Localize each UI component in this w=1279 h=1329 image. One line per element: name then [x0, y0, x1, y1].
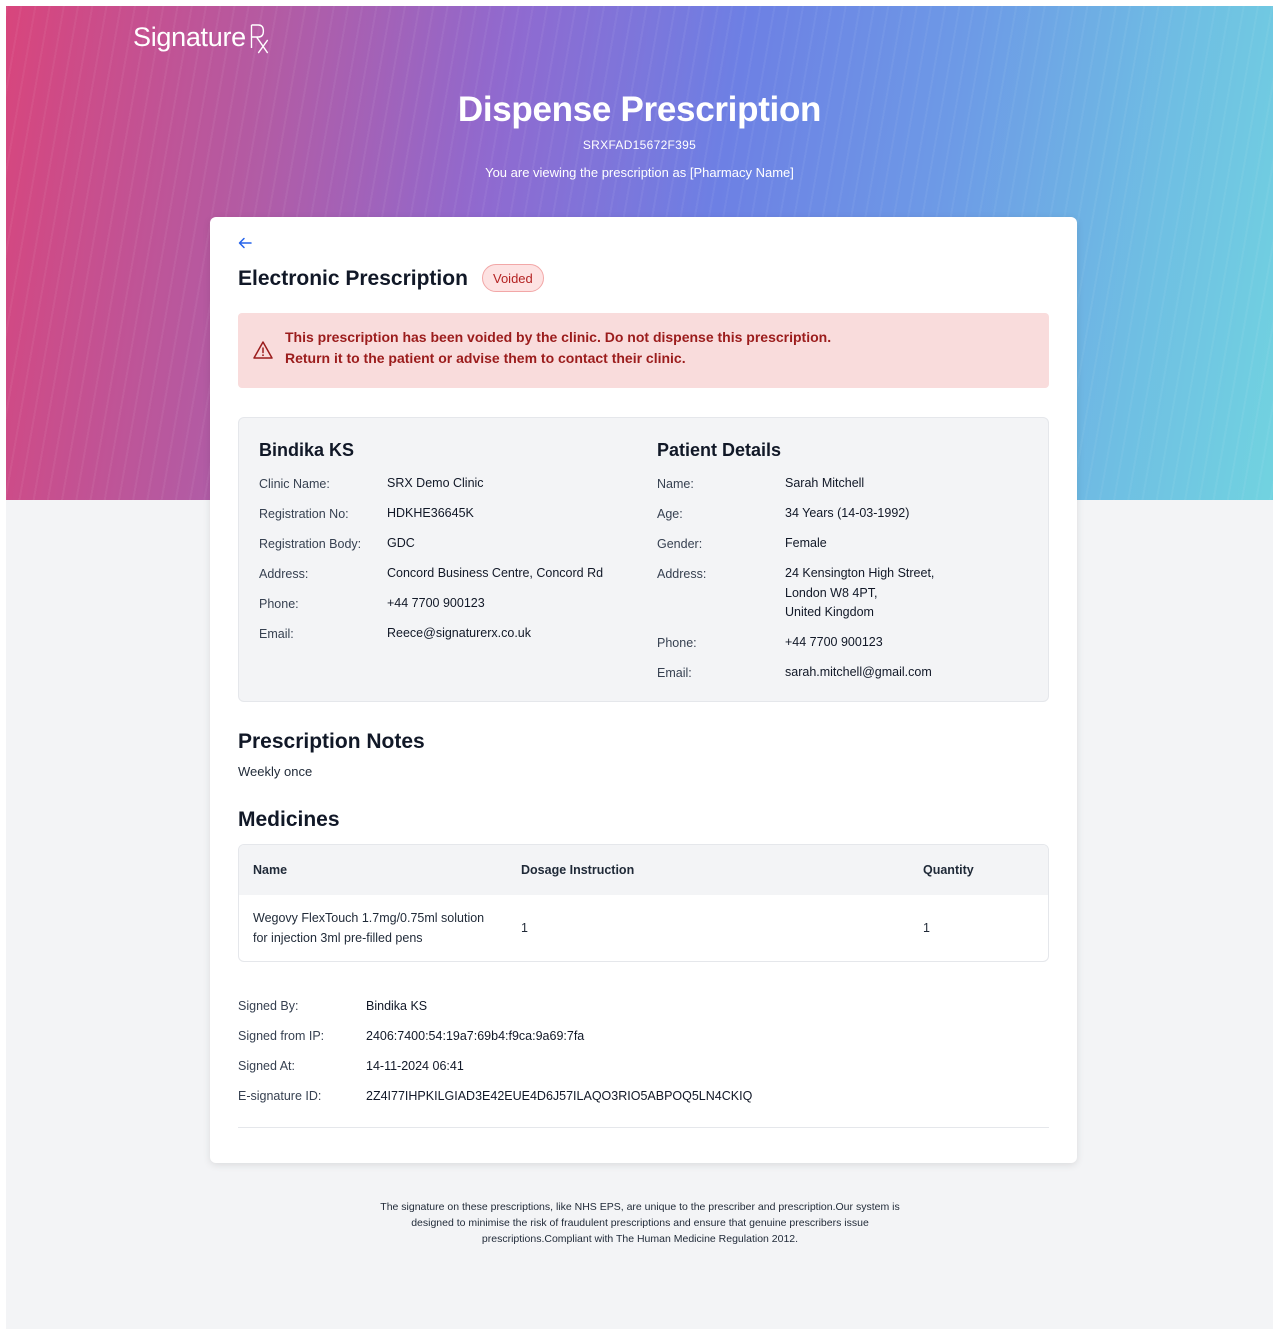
alert-line-2: Return it to the patient or advise them … — [285, 350, 686, 366]
prescriber-title: Bindika KS — [259, 440, 355, 460]
clinic-email-value: Reece@signaturerx.co.uk — [387, 626, 532, 640]
medicines-table: Name Dosage Instruction Quantity Wegovy … — [238, 844, 1049, 962]
signed-by-value: Bindika KS — [366, 999, 428, 1013]
page-title: Dispense Prescription — [457, 90, 822, 129]
patient-gender-value: Female — [785, 536, 827, 550]
registration-no-label: Registration No: — [259, 507, 349, 521]
voided-alert: This prescription has been voided by the… — [238, 313, 1049, 388]
patient-name-label: Name: — [657, 477, 694, 491]
patient-address-line-3: United Kingdom — [785, 605, 874, 619]
prescription-id: SRXFAD15672F395 — [582, 138, 697, 152]
prescription-card: Electronic Prescription Voided This pres… — [210, 217, 1077, 1163]
signaturerx-logo[interactable]: Signature — [133, 22, 273, 59]
medicines-title: Medicines — [238, 808, 340, 831]
patient-phone-label: Phone: — [657, 636, 697, 650]
signed-at-label: Signed At: — [238, 1059, 295, 1073]
card-title: Electronic Prescription — [238, 267, 468, 290]
footer-line-1: The signature on these prescriptions, li… — [380, 1201, 900, 1213]
signed-by-label: Signed By: — [238, 999, 299, 1013]
footer-disclaimer: The signature on these prescriptions, li… — [360, 1199, 920, 1247]
medicines-table-header: Name Dosage Instruction Quantity — [239, 845, 1048, 895]
medicine-name-line-1: Wegovy FlexTouch 1.7mg/0.75ml solution — [253, 911, 485, 925]
alert-message: This prescription has been voided by the… — [285, 327, 831, 369]
clinic-address-label: Address: — [259, 567, 309, 581]
esignature-id-value: 2Z4I77IHPKILGIAD3E42EUE4D6J57ILAQO3RIO5A… — [366, 1089, 753, 1103]
signed-ip-value: 2406:7400:54:19a7:69b4:f9ca:9a69:7fa — [366, 1029, 585, 1043]
rx-mark-icon — [250, 24, 269, 54]
clinic-email-label: Email: — [259, 627, 294, 641]
medicine-name: Wegovy FlexTouch 1.7mg/0.75ml solution f… — [253, 908, 484, 948]
prescription-notes-title: Prescription Notes — [238, 730, 425, 753]
footer-line-3: prescriptions.Compliant with The Human M… — [481, 1233, 799, 1245]
patient-address-line-1: 24 Kensington High Street, — [785, 566, 935, 580]
clinic-name-label: Clinic Name: — [259, 477, 330, 491]
patient-age-value: 34 Years (14-03-1992) — [785, 506, 910, 520]
arrow-left-icon — [238, 237, 252, 249]
esignature-id-label: E-signature ID: — [238, 1089, 322, 1103]
patient-name-value: Sarah Mitchell — [785, 476, 865, 490]
page-frame: Signature Dispense Prescription SRXFAD15… — [6, 6, 1273, 1329]
footer-line-2: designed to minimise the risk of fraudul… — [411, 1217, 869, 1229]
patient-age-label: Age: — [657, 507, 683, 521]
alert-line-1: This prescription has been voided by the… — [285, 329, 832, 345]
clinic-phone-value: +44 7700 900123 — [387, 596, 485, 610]
registration-body-value: GDC — [387, 536, 415, 550]
patient-address-line-2: London W8 4PT, — [785, 585, 878, 600]
patient-phone-value: +44 7700 900123 — [785, 635, 883, 649]
patient-email-label: Email: — [657, 666, 692, 680]
medicine-quantity: 1 — [923, 921, 930, 935]
patient-details-title: Patient Details — [657, 440, 782, 460]
warning-icon — [253, 341, 273, 359]
column-header-name: Name — [253, 863, 288, 877]
status-badge: Voided — [482, 264, 544, 292]
medicine-dosage: 1 — [521, 921, 528, 935]
patient-address-label: Address: — [657, 567, 707, 581]
prescription-notes-text: Weekly once — [238, 764, 313, 779]
patient-gender-label: Gender: — [657, 537, 703, 551]
logo-rx-mark — [249, 22, 271, 59]
signed-at-value: 14-11-2024 06:41 — [366, 1059, 464, 1073]
column-header-quantity: Quantity — [923, 863, 974, 877]
back-button[interactable] — [238, 235, 256, 253]
medicine-name-line-2: for injection 3ml pre-filled pens — [253, 931, 423, 945]
clinic-name-value: SRX Demo Clinic — [387, 476, 484, 490]
clinic-phone-label: Phone: — [259, 597, 299, 611]
patient-address-value: 24 Kensington High Street, London W8 4PT… — [785, 564, 934, 623]
patient-email-value: sarah.mitchell@gmail.com — [785, 665, 932, 679]
card-divider — [238, 1127, 1049, 1128]
clinic-address-value: Concord Business Centre, Concord Rd — [387, 566, 604, 580]
registration-body-label: Registration Body: — [259, 537, 362, 551]
details-panel: Bindika KS Clinic Name: SRX Demo Clinic … — [238, 417, 1049, 702]
logo-text: Signature — [133, 22, 246, 52]
signed-ip-label: Signed from IP: — [238, 1029, 325, 1043]
column-header-dosage: Dosage Instruction — [521, 863, 635, 877]
registration-no-value: HDKHE36645K — [387, 506, 474, 520]
viewing-as-text: You are viewing the prescription as [Pha… — [485, 165, 794, 180]
